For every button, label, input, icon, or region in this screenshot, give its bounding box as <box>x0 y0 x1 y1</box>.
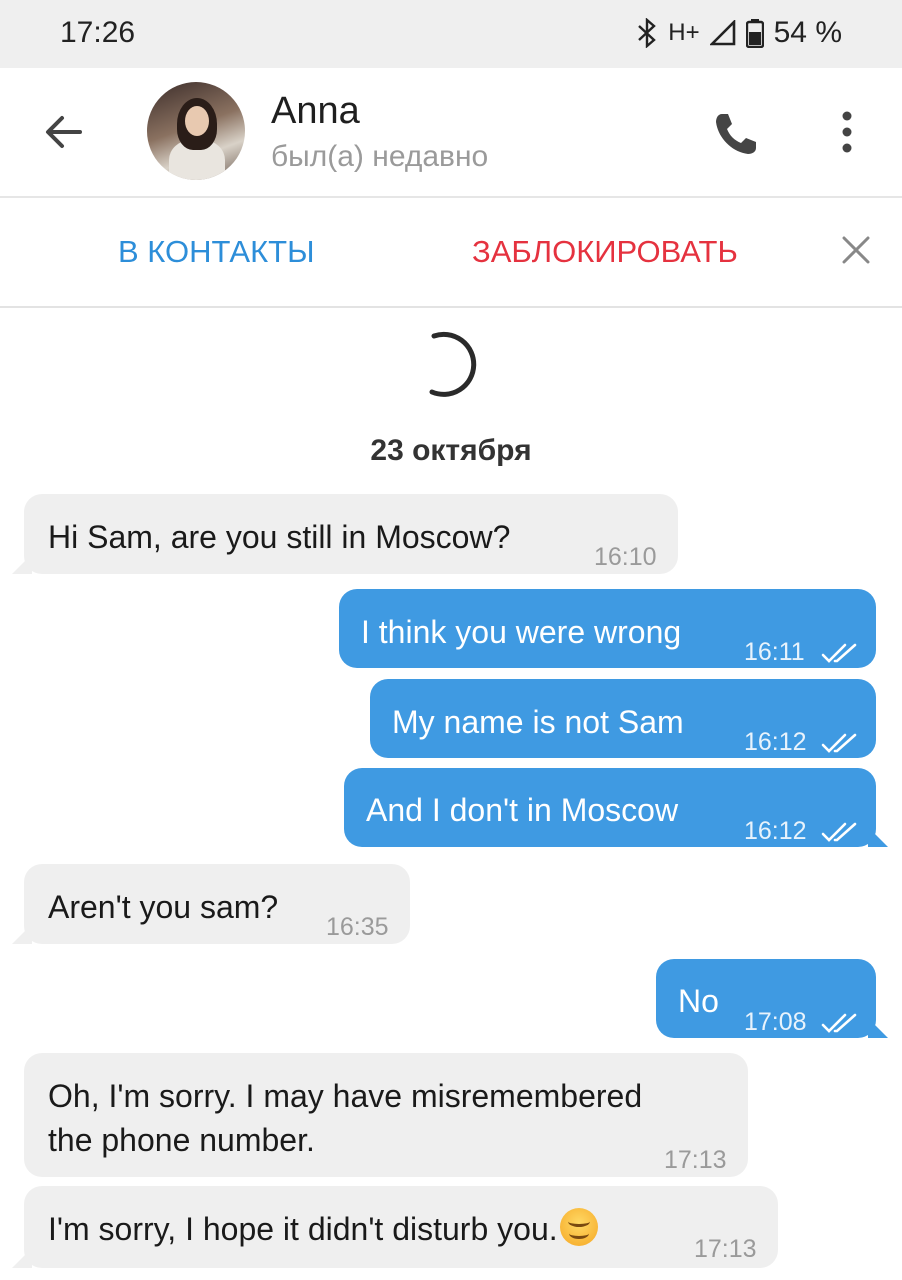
message-text-line-1: Oh, I'm sorry. I may have misremembered <box>48 1078 643 1114</box>
message-bubble[interactable]: I think you were wrong 16:11 <box>339 589 876 668</box>
message-bubble[interactable]: No 17:08 <box>656 959 888 1038</box>
double-check-icon <box>821 633 861 663</box>
message-text: My name is not Sam <box>392 704 684 740</box>
double-check-icon <box>821 1003 861 1033</box>
chat-header: Anna был(а) недавно <box>0 68 902 198</box>
message-text: And I don't in Moscow <box>366 792 679 828</box>
status-icons: H+ 54 % <box>636 16 842 50</box>
double-check-icon <box>821 812 861 842</box>
message-bubble[interactable]: Hi Sam, are you still in Moscow? 16:10 <box>12 494 678 574</box>
status-bar: 17:26 H+ 54 % <box>0 0 902 68</box>
battery-level: 54 % <box>773 16 842 49</box>
message-text: Aren't you sam? <box>48 889 279 925</box>
message-text-line-2: the phone number. <box>48 1122 315 1158</box>
message-time: 16:12 <box>744 728 807 756</box>
message-bubble[interactable]: Aren't you sam? 16:35 <box>12 864 410 944</box>
message-text: I'm sorry, I hope it didn't disturb you. <box>48 1208 598 1250</box>
contact-status: был(а) недавно <box>271 140 489 173</box>
new-contact-action-bar: В КОНТАКТЫ ЗАБЛОКИРОВАТЬ <box>0 198 902 308</box>
message-bubble[interactable]: Oh, I'm sorry. I may have misremembered … <box>24 1053 748 1177</box>
message-bubble[interactable]: I'm sorry, I hope it didn't disturb you.… <box>12 1186 778 1268</box>
status-time: 17:26 <box>60 16 136 49</box>
message-time: 17:08 <box>744 1008 807 1036</box>
message-bubble[interactable]: My name is not Sam 16:12 <box>370 679 876 758</box>
message-time: 16:35 <box>326 913 389 941</box>
message-time: 17:13 <box>694 1235 757 1263</box>
message-time: 16:11 <box>744 638 805 666</box>
message-time: 16:10 <box>594 543 657 571</box>
battery-icon <box>745 18 764 48</box>
message-time: 16:12 <box>744 817 807 845</box>
message-text: No <box>678 983 719 1019</box>
signal-icon <box>709 20 736 46</box>
avatar[interactable] <box>147 82 245 180</box>
back-arrow-icon[interactable] <box>40 108 88 156</box>
close-icon[interactable] <box>840 234 872 266</box>
bluetooth-icon <box>636 18 658 48</box>
date-separator: 23 октября <box>370 434 532 467</box>
message-text-content: I'm sorry, I hope it didn't disturb you. <box>48 1211 558 1247</box>
double-check-icon <box>821 723 861 753</box>
smiling-emoji-icon <box>559 1208 598 1246</box>
more-vert-icon[interactable] <box>833 108 861 156</box>
block-button[interactable]: ЗАБЛОКИРОВАТЬ <box>472 234 738 270</box>
message-text: Hi Sam, are you still in Moscow? <box>48 519 511 555</box>
message-text: I think you were wrong <box>361 614 682 650</box>
contact-name[interactable]: Anna <box>271 90 360 133</box>
network-type: H+ <box>668 19 700 46</box>
message-bubble[interactable]: And I don't in Moscow 16:12 <box>344 768 888 847</box>
phone-icon[interactable] <box>712 110 760 158</box>
add-to-contacts-button[interactable]: В КОНТАКТЫ <box>118 234 315 270</box>
message-time: 17:13 <box>664 1146 727 1174</box>
loading-spinner-icon <box>422 326 488 402</box>
